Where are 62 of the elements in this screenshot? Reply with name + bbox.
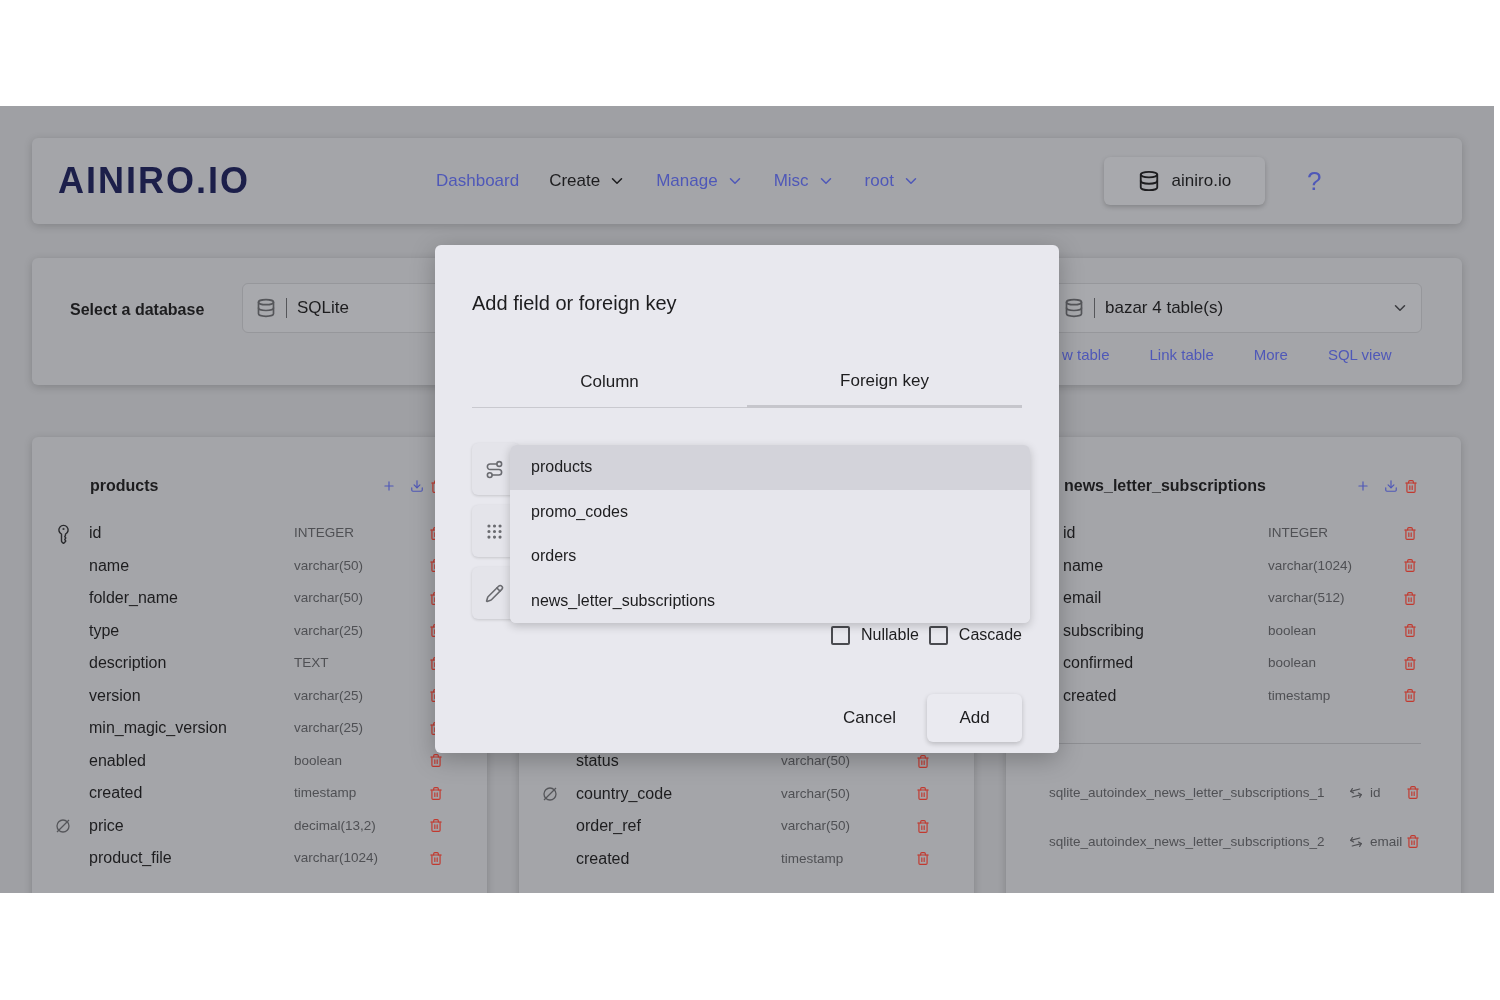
column-name: product_file — [89, 848, 173, 869]
column-name: folder_name — [89, 588, 179, 609]
column-type: INTEGER — [294, 524, 355, 543]
column-name: enabled — [89, 750, 147, 771]
column-type: timestamp — [1268, 686, 1332, 705]
dropdown-option[interactable]: promo_codes — [510, 489, 1030, 534]
column-type: varchar(50) — [294, 556, 365, 575]
column-type: INTEGER — [1268, 524, 1329, 543]
column-type: varchar(50) — [294, 589, 365, 608]
column-type: varchar(50) — [781, 784, 852, 803]
column-name: min_magic_version — [89, 718, 228, 739]
column-type: boolean — [1268, 654, 1318, 673]
column-name: name — [89, 555, 131, 576]
column-type: varchar(25) — [294, 686, 365, 705]
column-name: id — [89, 523, 103, 544]
column-type: varchar(50) — [781, 817, 852, 836]
column-name: created — [1063, 685, 1118, 706]
column-name: version — [89, 685, 142, 706]
column-name: name — [1063, 555, 1105, 576]
column-name: created — [89, 783, 144, 804]
tab[interactable]: Foreign key — [747, 356, 1022, 408]
table-name: news_letter_subscriptions — [1064, 476, 1267, 496]
column-type: varchar(25) — [294, 719, 365, 738]
column-name: type — [89, 620, 121, 641]
logo: AINIRO.IO — [58, 159, 251, 203]
column-name: created — [576, 848, 631, 869]
column-name: status — [576, 751, 620, 772]
index-name: sqlite_autoindex_news_letter_subscriptions_1 — [1049, 783, 1326, 802]
column-type: decimal(13,2) — [294, 816, 377, 835]
dropdown-option[interactable]: products — [510, 445, 1030, 490]
column-type: varchar(512) — [1268, 589, 1346, 608]
column-type: varchar(1024) — [294, 849, 380, 868]
column-name: country_code — [576, 783, 674, 804]
column-name: confirmed — [1063, 653, 1135, 674]
index-column: id — [1370, 783, 1404, 802]
column-type: TEXT — [294, 654, 330, 673]
column-name: subscribing — [1063, 620, 1145, 641]
column-type: boolean — [294, 751, 344, 770]
checkbox-label: Cascade — [958, 625, 1022, 645]
column-type: varchar(50) — [781, 752, 852, 771]
column-type: varchar(25) — [294, 621, 365, 640]
dropdown-option[interactable]: orders — [510, 534, 1030, 579]
column-type: varchar(1024) — [1268, 556, 1354, 575]
dropdown-option[interactable]: news_letter_subscriptions — [510, 578, 1030, 623]
column-name: description — [89, 653, 168, 674]
index-column: email — [1370, 832, 1404, 851]
column-name: price — [89, 815, 125, 836]
checkbox-label: Nullable — [861, 625, 919, 645]
add-button[interactable]: Add — [927, 694, 1022, 742]
database-button[interactable]: ainiro.io — [1103, 157, 1265, 205]
column-type: timestamp — [294, 784, 358, 803]
column-type: boolean — [1268, 621, 1318, 640]
select-database-label: Select a database — [70, 300, 205, 320]
column-name: id — [1063, 523, 1077, 544]
table-name: products — [90, 476, 160, 496]
column-name: email — [1063, 588, 1103, 609]
nav-link[interactable]: Create — [549, 168, 627, 194]
column-name: order_ref — [576, 816, 642, 837]
tab[interactable]: Column — [472, 356, 747, 408]
cancel-button[interactable]: Cancel — [843, 694, 896, 742]
column-type: timestamp — [781, 849, 845, 868]
index-name: sqlite_autoindex_news_letter_subscriptions_2 — [1049, 832, 1326, 851]
